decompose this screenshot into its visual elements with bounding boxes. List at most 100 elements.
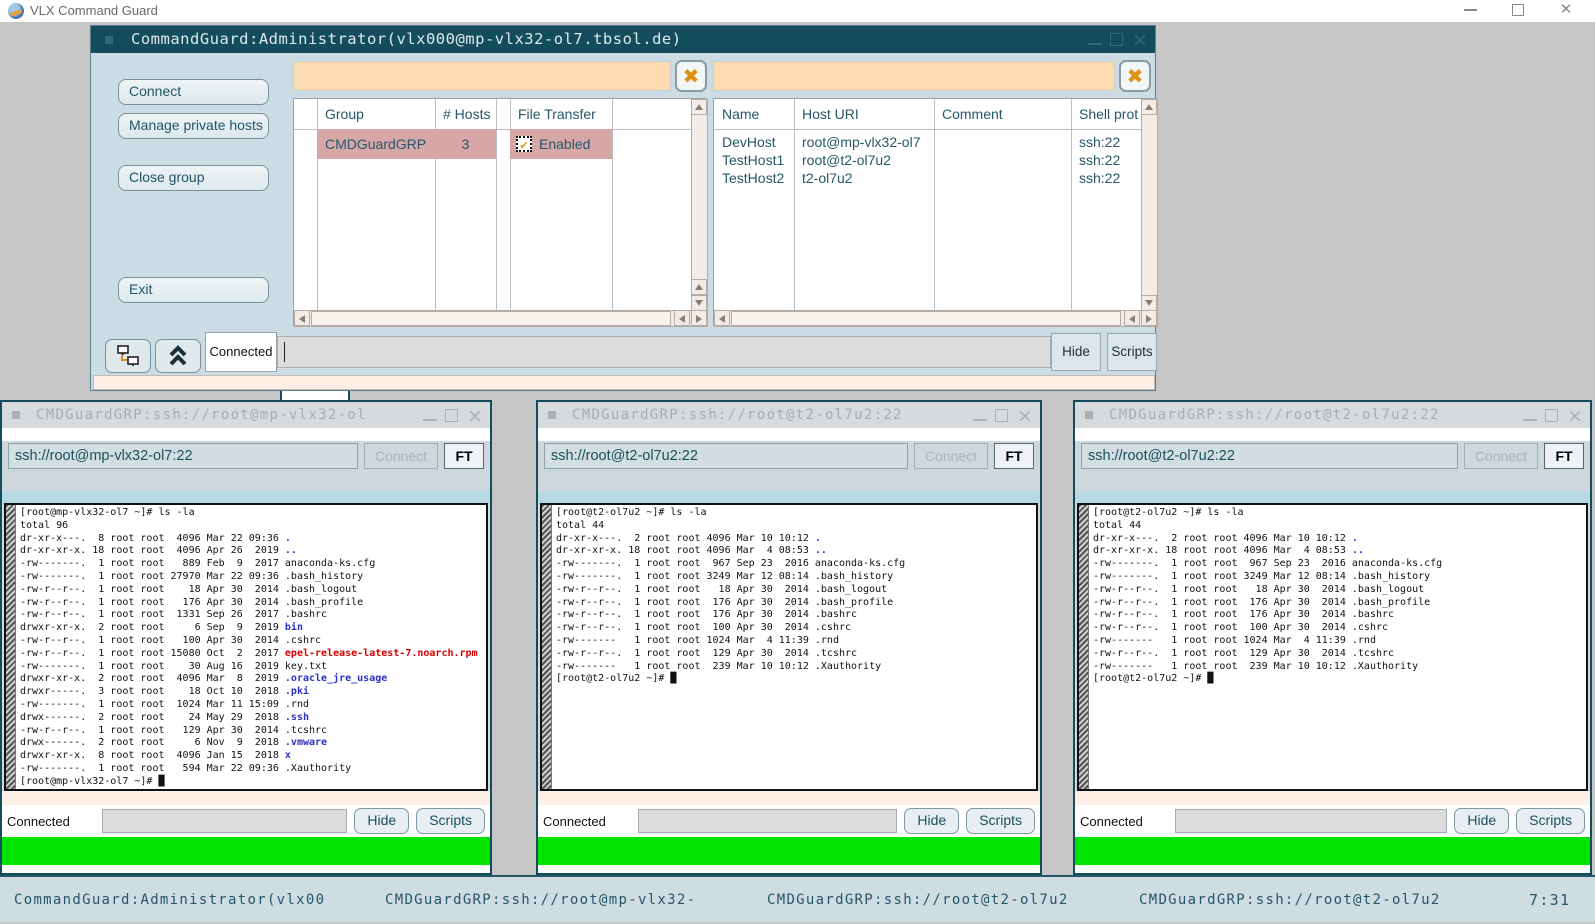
close-icon[interactable]: × bbox=[466, 407, 484, 425]
maximize-icon[interactable] bbox=[995, 409, 1008, 422]
scroll-left-button[interactable] bbox=[674, 310, 690, 326]
close-icon[interactable]: × bbox=[1016, 407, 1034, 425]
connect-button[interactable]: Connect bbox=[364, 443, 438, 469]
scroll-left-button[interactable] bbox=[1124, 310, 1140, 326]
scroll-right-button[interactable] bbox=[691, 310, 707, 326]
hide-button[interactable]: Hide bbox=[354, 808, 409, 834]
h-scroll-thumb[interactable] bbox=[731, 311, 1121, 326]
terminal-text: [root@t2-ol7u2 ~]# ls -latotal 44dr-xr-x… bbox=[556, 507, 1035, 789]
scripts-button[interactable]: Scripts bbox=[966, 808, 1035, 834]
terminal-output[interactable]: [root@t2-ol7u2 ~]# ls -latotal 44dr-xr-x… bbox=[1077, 503, 1588, 791]
close-icon[interactable]: × bbox=[1566, 407, 1584, 425]
scripts-button[interactable]: Scripts bbox=[1107, 333, 1157, 371]
host-row-uri[interactable]: root@mp-vlx32-ol7 bbox=[802, 133, 920, 151]
taskbar-item-terminal-3[interactable]: CMDGuardGRP:ssh://root@t2-ol7u2 bbox=[1139, 877, 1441, 924]
scroll-up-button[interactable] bbox=[1141, 99, 1157, 115]
column-header-comment[interactable]: Comment bbox=[942, 99, 1003, 129]
terminal-output[interactable]: [root@mp-vlx32-ol7 ~]# ls -latotal 96dr-… bbox=[4, 503, 488, 791]
status-tab[interactable]: Connected bbox=[205, 332, 277, 372]
scroll-left-button[interactable] bbox=[714, 310, 730, 326]
address-input[interactable] bbox=[544, 443, 908, 469]
maximize-icon[interactable] bbox=[1545, 409, 1558, 422]
ft-button[interactable]: FT bbox=[444, 443, 484, 469]
groups-panel-close-button[interactable]: ✖ bbox=[675, 60, 707, 92]
hide-button[interactable]: Hide bbox=[904, 808, 959, 834]
taskbar-item-commandguard[interactable]: CommandGuard:Administrator(vlx00 bbox=[14, 877, 325, 924]
connect-button[interactable]: Connect bbox=[1464, 443, 1538, 469]
taskbar-item-terminal-2[interactable]: CMDGuardGRP:ssh://root@t2-ol7u2 bbox=[767, 877, 1069, 924]
scroll-down-button[interactable] bbox=[1141, 295, 1157, 311]
minimize-icon[interactable] bbox=[1523, 411, 1537, 421]
terminal-output[interactable]: [root@t2-ol7u2 ~]# ls -latotal 44dr-xr-x… bbox=[540, 503, 1038, 791]
column-header-host-uri[interactable]: Host URI bbox=[802, 99, 859, 129]
address-input[interactable] bbox=[8, 443, 358, 469]
terminal-scrollbar[interactable] bbox=[542, 505, 552, 789]
taskbar-item-terminal-1[interactable]: CMDGuardGRP:ssh://root@mp-vlx32- bbox=[385, 877, 696, 924]
hosts-panel-close-button[interactable]: ✖ bbox=[1119, 60, 1151, 92]
progress-bar bbox=[2, 837, 490, 865]
connect-button[interactable]: Connect bbox=[914, 443, 988, 469]
maximize-icon[interactable] bbox=[445, 409, 458, 422]
ft-button[interactable]: FT bbox=[1544, 443, 1584, 469]
window-menu-icon[interactable] bbox=[105, 36, 113, 44]
close-icon[interactable]: × bbox=[1131, 31, 1149, 49]
terminal-scrollbar[interactable] bbox=[6, 505, 16, 789]
host-row-name[interactable]: TestHost2 bbox=[722, 169, 784, 187]
os-minimize-icon[interactable] bbox=[1455, 0, 1485, 22]
scripts-button[interactable]: Scripts bbox=[1516, 808, 1585, 834]
file-transfer-checkbox[interactable]: ✔ bbox=[516, 136, 532, 152]
connect-button[interactable]: Connect bbox=[118, 79, 269, 105]
file-transfer-cell[interactable]: Enabled bbox=[539, 129, 590, 159]
ft-button[interactable]: FT bbox=[994, 443, 1034, 469]
command-input[interactable] bbox=[1175, 809, 1447, 833]
minimize-icon[interactable] bbox=[973, 411, 987, 421]
host-row-name[interactable]: DevHost bbox=[722, 133, 776, 151]
maximize-icon[interactable] bbox=[1110, 33, 1123, 46]
scroll-right-button[interactable] bbox=[1141, 310, 1157, 326]
host-row-shell[interactable]: ssh:22 bbox=[1079, 169, 1120, 187]
exit-button[interactable]: Exit bbox=[118, 277, 269, 303]
host-row-name[interactable]: TestHost1 bbox=[722, 151, 784, 169]
manage-private-hosts-button[interactable]: Manage private hosts bbox=[118, 113, 269, 139]
address-input[interactable] bbox=[1081, 443, 1458, 469]
scroll-left-button[interactable] bbox=[294, 310, 310, 326]
window-menu-icon[interactable] bbox=[12, 411, 20, 419]
host-row-uri[interactable]: root@t2-ol7u2 bbox=[802, 151, 891, 169]
host-row-shell[interactable]: ssh:22 bbox=[1079, 133, 1120, 151]
column-header-shell-protocol[interactable]: Shell prot bbox=[1079, 99, 1138, 129]
command-input[interactable] bbox=[638, 809, 897, 833]
window-menu-icon[interactable] bbox=[548, 411, 556, 419]
host-row-uri[interactable]: t2-ol7u2 bbox=[802, 169, 853, 187]
column-header-group[interactable]: Group bbox=[325, 99, 364, 129]
scroll-up-button[interactable] bbox=[691, 99, 707, 115]
v-scrollbar[interactable] bbox=[1141, 99, 1158, 311]
os-close-icon[interactable]: ✕ bbox=[1551, 0, 1581, 22]
os-maximize-icon[interactable] bbox=[1503, 0, 1533, 22]
command-input[interactable] bbox=[277, 336, 1051, 368]
terminal-titlebar[interactable]: CMDGuardGRP:ssh://root@mp-vlx32-ol × bbox=[2, 402, 490, 428]
h-scroll-thumb[interactable] bbox=[311, 311, 671, 326]
scroll-down-button[interactable] bbox=[691, 295, 707, 311]
column-header-name[interactable]: Name bbox=[722, 99, 759, 129]
host-tree-button[interactable] bbox=[105, 339, 151, 373]
host-row-shell[interactable]: ssh:22 bbox=[1079, 151, 1120, 169]
terminal-titlebar[interactable]: CMDGuardGRP:ssh://root@t2-ol7u2:22 × bbox=[538, 402, 1040, 428]
main-titlebar[interactable]: CommandGuard:Administrator(vlx000@mp-vlx… bbox=[91, 26, 1155, 53]
group-hosts-cell[interactable]: 3 bbox=[435, 129, 496, 159]
column-header-file-transfer[interactable]: File Transfer bbox=[518, 99, 596, 129]
group-name-cell[interactable]: CMDGuardGRP bbox=[325, 129, 426, 159]
collapse-button[interactable] bbox=[155, 339, 201, 373]
command-input[interactable] bbox=[102, 809, 347, 833]
terminal-text: [root@t2-ol7u2 ~]# ls -latotal 44dr-xr-x… bbox=[1093, 507, 1585, 789]
scroll-up-button[interactable] bbox=[691, 279, 707, 295]
close-group-button[interactable]: Close group bbox=[118, 165, 269, 191]
hide-button[interactable]: Hide bbox=[1454, 808, 1509, 834]
terminal-scrollbar[interactable] bbox=[1079, 505, 1089, 789]
column-header-hosts[interactable]: # Hosts bbox=[443, 99, 490, 129]
minimize-icon[interactable] bbox=[1088, 35, 1102, 45]
minimize-icon[interactable] bbox=[423, 411, 437, 421]
terminal-titlebar[interactable]: CMDGuardGRP:ssh://root@t2-ol7u2:22 × bbox=[1075, 402, 1590, 428]
hide-button[interactable]: Hide bbox=[1051, 333, 1101, 371]
window-menu-icon[interactable] bbox=[1085, 411, 1093, 419]
scripts-button[interactable]: Scripts bbox=[416, 808, 485, 834]
